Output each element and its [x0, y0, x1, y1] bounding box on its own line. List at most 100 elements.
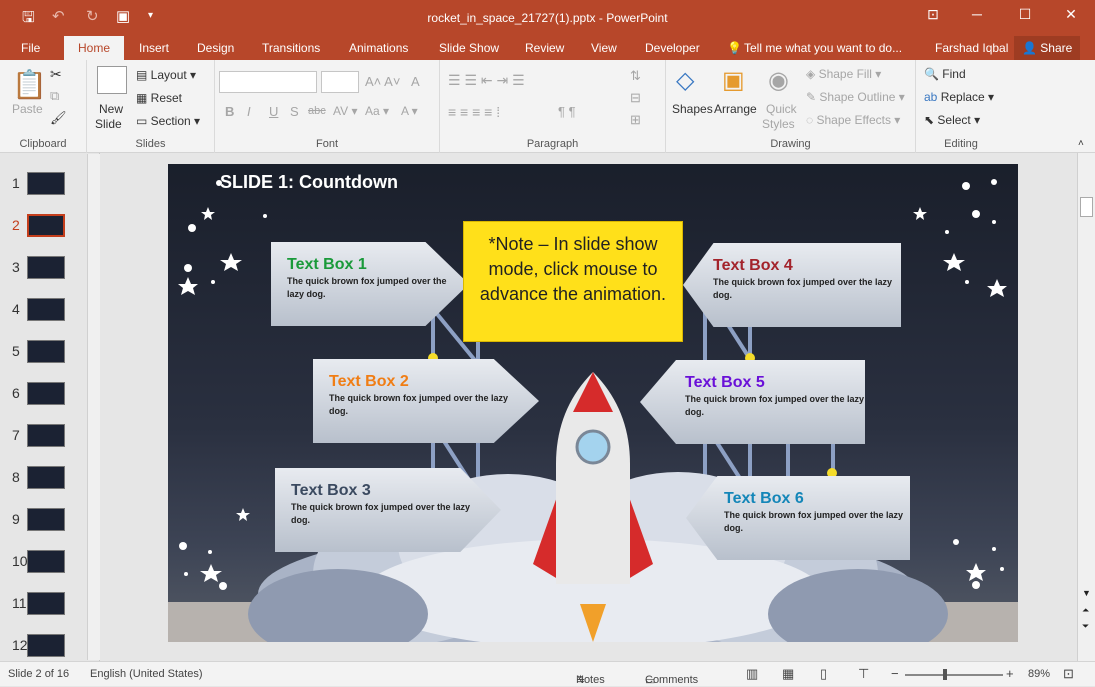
layout-button[interactable]: ▤ Layout ▾: [136, 68, 196, 82]
zoom-in-icon[interactable]: +: [1006, 666, 1014, 681]
zoom-out-icon[interactable]: −: [891, 666, 899, 681]
text-direction-para-icon[interactable]: ¶ ¶: [558, 104, 576, 119]
new-slide-icon[interactable]: [97, 66, 127, 94]
fit-slide-icon[interactable]: ⊡: [1063, 666, 1074, 682]
status-bar: Slide 2 of 16 English (United States) ≛ …: [0, 661, 1095, 687]
tab-file[interactable]: File: [21, 41, 40, 55]
select-button[interactable]: ⬉ Select ▾: [924, 113, 980, 127]
format-painter-icon[interactable]: 🖌: [50, 110, 67, 126]
text-box-6[interactable]: Text Box 6 The quick brown fox jumped ov…: [686, 476, 910, 560]
slide-thumbnail[interactable]: 7: [0, 419, 88, 453]
text-box-4[interactable]: Text Box 4 The quick brown fox jumped ov…: [683, 243, 901, 327]
share-button[interactable]: 👤 Share: [1014, 36, 1081, 60]
slide-sorter-icon[interactable]: ▦: [782, 666, 794, 682]
bullets-icon[interactable]: ☰ ☰ ⇤ ⇥ ☰: [448, 72, 525, 89]
char-spacing-icon[interactable]: AV ▾: [333, 104, 357, 118]
quick-styles-button-line2[interactable]: Styles: [762, 117, 795, 131]
tab-slideshow[interactable]: Slide Show: [439, 41, 499, 55]
arrange-button[interactable]: Arrange: [714, 102, 757, 116]
section-button[interactable]: ▭ Section ▾: [136, 114, 200, 128]
text-box-6-body: The quick brown fox jumped over the lazy…: [724, 510, 904, 533]
font-color-icon[interactable]: A ▾: [401, 104, 418, 118]
slide-thumbnail[interactable]: 12: [0, 629, 88, 663]
slide-thumbnail[interactable]: 8: [0, 461, 88, 495]
shapes-icon[interactable]: ◇: [676, 66, 694, 95]
tab-home[interactable]: Home: [64, 36, 125, 61]
new-slide-button[interactable]: New: [99, 102, 123, 116]
font-size-combo[interactable]: [321, 71, 359, 93]
strikethrough-button[interactable]: S: [290, 104, 299, 119]
align-icons[interactable]: ≡ ≡ ≡ ≡ ⁞: [448, 104, 500, 120]
collapse-ribbon-icon[interactable]: ˄: [1078, 138, 1084, 149]
tab-insert[interactable]: Insert: [139, 41, 169, 55]
note-callout[interactable]: *Note – In slide show mode, click mouse …: [463, 221, 683, 342]
minimize-button[interactable]: ─: [962, 6, 992, 22]
cut-icon[interactable]: ✂: [50, 66, 62, 83]
italic-button[interactable]: I: [247, 104, 251, 119]
slide-thumbnail[interactable]: 5: [0, 335, 88, 369]
slide-thumbnail[interactable]: 1: [0, 167, 88, 201]
quick-styles-button[interactable]: Quick: [766, 102, 797, 116]
replace-button[interactable]: ab Replace ▾: [924, 90, 994, 104]
grow-font-icon[interactable]: A˄ A˅: [365, 74, 400, 89]
thumbnails-scrollbar[interactable]: [87, 154, 100, 660]
text-box-3[interactable]: Text Box 3 The quick brown fox jumped ov…: [275, 468, 501, 552]
zoom-slider-thumb[interactable]: [943, 669, 947, 680]
find-button[interactable]: 🔍 Find: [924, 67, 966, 81]
slide-thumbnail[interactable]: 4: [0, 293, 88, 327]
paste-button[interactable]: Paste: [12, 102, 43, 116]
normal-view-icon[interactable]: ▥: [746, 666, 758, 682]
copy-icon[interactable]: ⧉: [50, 88, 59, 104]
new-slide-button-line2[interactable]: Slide: [95, 117, 122, 131]
tab-developer[interactable]: Developer: [645, 41, 700, 55]
change-case-icon[interactable]: Aa ▾: [365, 104, 389, 118]
quick-styles-icon[interactable]: ◉: [768, 66, 789, 95]
slide-title[interactable]: SLIDE 1: Countdown: [220, 172, 398, 193]
tab-animations[interactable]: Animations: [349, 41, 408, 55]
shapes-button[interactable]: Shapes: [672, 102, 713, 116]
shape-fill-button[interactable]: ◈ Shape Fill ▾: [806, 67, 881, 81]
reset-button[interactable]: ▦ Reset: [136, 91, 182, 105]
bold-button[interactable]: B: [225, 104, 234, 119]
tab-review[interactable]: Review: [525, 41, 564, 55]
clear-format-icon[interactable]: A: [411, 74, 420, 89]
slide-thumbnail[interactable]: 10: [0, 545, 88, 579]
ribbon: 📋 Paste ✂ ⧉ 🖌 Clipboard New Slide ▤ Layo…: [0, 60, 1095, 153]
align-text-icon[interactable]: ⊟: [630, 90, 641, 106]
vertical-scrollbar[interactable]: ▼ ⏶ ⏷: [1077, 153, 1095, 661]
scroll-thumb[interactable]: [1080, 197, 1093, 217]
tab-transitions[interactable]: Transitions: [262, 41, 320, 55]
slideshow-view-icon[interactable]: ⊤: [858, 666, 869, 682]
paste-icon[interactable]: 📋: [12, 68, 47, 101]
shadow-button[interactable]: abc: [308, 105, 326, 117]
slide-thumbnail[interactable]: 3: [0, 251, 88, 285]
tab-view[interactable]: View: [591, 41, 617, 55]
prev-slide-icon[interactable]: ⏶: [1082, 605, 1089, 616]
shape-outline-button[interactable]: ✎ Shape Outline ▾: [806, 90, 905, 104]
reading-view-icon[interactable]: ▯: [820, 666, 827, 682]
user-name[interactable]: Farshad Iqbal: [935, 41, 1008, 55]
slide-thumbnail[interactable]: 2: [0, 209, 88, 243]
arrange-icon[interactable]: ▣: [722, 66, 745, 95]
tab-design[interactable]: Design: [197, 41, 234, 55]
slide-canvas[interactable]: SLIDE 1: Countdown Text Box 1 The quick …: [168, 164, 1018, 642]
smartart-icon[interactable]: ⊞: [630, 112, 641, 128]
slide-thumbnail[interactable]: 9: [0, 503, 88, 537]
text-box-2[interactable]: Text Box 2 The quick brown fox jumped ov…: [313, 359, 539, 443]
ribbon-display-icon[interactable]: ⊡: [918, 6, 948, 23]
shape-effects-button[interactable]: ◌ Shape Effects ▾: [806, 113, 900, 127]
text-direction-icon[interactable]: ⇅: [630, 68, 641, 84]
slide-thumbnail[interactable]: 6: [0, 377, 88, 411]
tell-me-box[interactable]: Tell me what you want to do...: [744, 41, 902, 55]
next-slide-icon[interactable]: ⏷: [1082, 621, 1089, 632]
language-status[interactable]: English (United States): [90, 668, 203, 680]
zoom-slider[interactable]: [905, 674, 1003, 676]
text-box-5[interactable]: Text Box 5 The quick brown fox jumped ov…: [640, 360, 865, 444]
scroll-down-icon[interactable]: ▼: [1082, 588, 1091, 598]
slide-thumbnail[interactable]: 11: [0, 587, 88, 621]
zoom-level[interactable]: 89%: [1028, 668, 1050, 680]
close-button[interactable]: ✕: [1056, 6, 1086, 23]
maximize-button[interactable]: ☐: [1010, 6, 1040, 23]
font-name-combo[interactable]: [219, 71, 317, 93]
underline-button[interactable]: U: [269, 104, 278, 119]
